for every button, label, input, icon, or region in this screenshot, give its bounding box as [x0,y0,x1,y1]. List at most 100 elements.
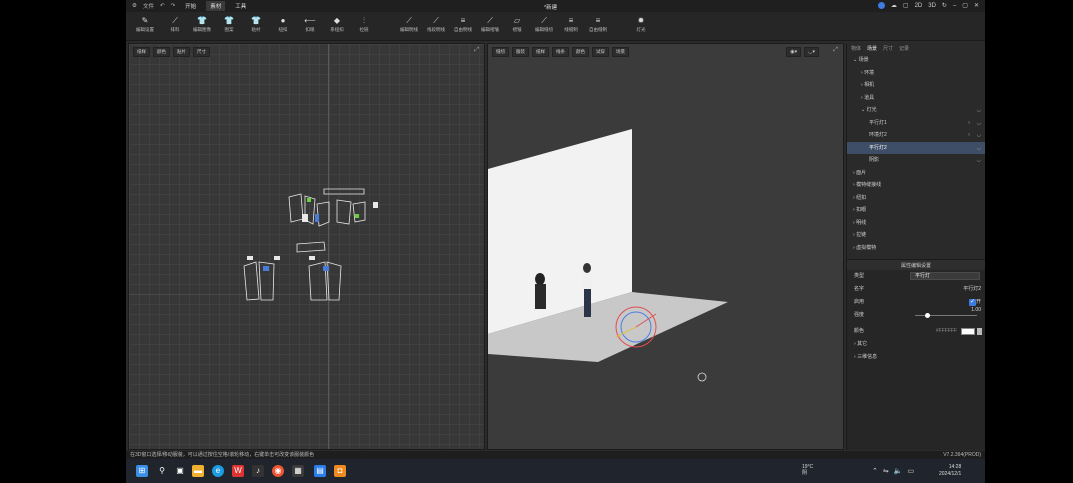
tool-edit-image[interactable]: 👕 编辑图像 [189,15,215,33]
view-3d-button[interactable]: 3D [928,3,936,9]
chrome-icon[interactable]: ◉ [272,465,284,477]
eye-icon[interactable]: ◡ [977,142,981,155]
scene-tree-item[interactable]: 平行灯2 ◡ [847,141,985,155]
tool-free-sewing[interactable]: ≡ 自由缝制 [585,15,611,33]
scene-tree-item[interactable]: 平行灯1 ◡ ♀ [847,117,985,130]
scene-tree-item[interactable]: › 虚拟模特 [847,242,985,255]
tool-line-sewing[interactable]: ≡ 线缝制 [558,15,584,33]
weather-widget[interactable]: 19°C 阴 [802,464,813,476]
file-explorer-icon[interactable]: ▬ [192,465,204,477]
start-icon[interactable]: ⊞ [136,465,148,477]
pattern-piece[interactable] [243,261,260,301]
pattern-piece[interactable] [288,193,304,223]
user-avatar[interactable] [877,2,885,9]
tool-edit-pleat[interactable]: ⟋ 编辑褶皱 [477,15,503,33]
eye-icon[interactable]: ◡ [977,104,981,117]
scene-tree-item[interactable]: 环境灯2 ◡ ♀ [847,129,985,142]
minimize-icon[interactable]: – [953,3,956,9]
tab-material[interactable]: 素材 [206,1,226,11]
scene-tree-item[interactable]: ⌄ 场景 [847,54,985,67]
tool-pleat[interactable]: ▱ 褶皱 [504,15,530,33]
tab-objects[interactable]: 物体 [851,45,861,52]
pattern-piece[interactable] [247,256,253,260]
scene-tree-item[interactable]: › 明线 [847,217,985,230]
light-bulb-icon[interactable]: ♀ [967,117,971,130]
light-bulb-icon[interactable]: ♀ [967,129,971,142]
tab-start[interactable]: 开始 [181,1,200,11]
pattern-piece[interactable] [309,256,315,260]
scene-tree-item[interactable]: › 拉链 [847,229,985,242]
pattern-piece[interactable] [263,266,269,271]
clock[interactable]: 14:28 2024/12/1 [939,464,961,478]
cloud-icon[interactable]: ☁ [891,2,897,9]
light-name-field[interactable]: 平行灯2 [963,283,981,296]
scene-tree-item[interactable]: › 扣眼 [847,204,985,217]
volume-icon[interactable]: 🔈 [894,467,903,475]
tool-edit-sewing[interactable]: ⟋ 编辑缝纫 [531,15,557,33]
pattern-piece[interactable] [274,256,280,260]
refresh-icon[interactable]: ↻ [942,2,947,9]
tool-fusing[interactable]: 👕 粘衬 [243,15,269,33]
app-icon-tiktok[interactable]: ♪ [252,465,264,477]
app-icon-clo[interactable]: ▦ [292,465,304,477]
intensity-slider[interactable] [915,315,977,316]
undo-icon[interactable]: ↶ [160,3,165,9]
edge-icon[interactable]: e [212,465,224,477]
color-swatch[interactable] [961,328,975,335]
battery-icon[interactable]: ▭ [907,467,914,475]
avatar-figure[interactable] [535,273,546,309]
scene-tree-item[interactable]: › 纽扣 [847,192,985,205]
pattern-piece[interactable] [326,261,342,301]
layout-icon[interactable]: ▢ [903,2,909,9]
pattern-2d-view[interactable]: 纸样 颜色 贴片 尺寸 ⤢ [128,43,485,450]
eye-icon[interactable]: ◡ [977,129,981,142]
intensity-slider-knob[interactable] [925,313,931,318]
tool-light[interactable]: ✹ 灯光 [628,15,654,33]
close-icon[interactable]: ✕ [974,2,979,9]
pattern-piece[interactable] [373,202,378,208]
tab-history[interactable]: 记录 [899,45,909,52]
prop-other-row[interactable]: › 其它 [847,338,985,351]
tool-button[interactable]: ● 纽扣 [270,15,296,33]
network-icon[interactable]: ⇋ [883,467,889,475]
scene-3d-view[interactable]: 缝纫 服装 纸样 线条 颜色 试穿 场景 ◉▾ ◡▾ ⤢ [487,43,844,450]
pattern-piece[interactable] [323,266,329,271]
redo-icon[interactable]: ↷ [171,3,176,9]
scene-tree-item[interactable]: 阴影 ◡ [847,154,985,167]
chevron-up-icon[interactable]: ⌃ [872,467,878,475]
tool-edit-stitch[interactable]: ⟋ 编辑明线 [396,15,422,33]
scene-tree-item[interactable]: › 模特缝接线 [847,179,985,192]
orientation-icon[interactable] [697,372,707,382]
tab-tools[interactable]: 工具 [231,1,250,11]
file-menu[interactable]: 文件 [143,2,154,10]
app-icon-orange[interactable]: ◘ [334,465,346,477]
prop-transform-row[interactable]: › 三维信息 [847,351,985,364]
eye-icon[interactable]: ◡ [977,154,981,167]
tool-segment-stitch[interactable]: ⟋ 线段明线 [423,15,449,33]
tool-edit-settings[interactable]: ✎ 编辑设置 [132,15,158,33]
maximize-icon[interactable]: ▢ [962,2,968,9]
pattern-piece[interactable] [323,188,365,195]
scene-tree-item[interactable]: ⌄ 灯光 ◡ [847,104,985,117]
tab-size[interactable]: 尺寸 [883,45,893,52]
light-type-select[interactable]: 平行灯 [910,272,980,280]
pattern-piece[interactable] [302,214,308,222]
eye-icon[interactable]: ◡ [977,117,981,130]
scene-tree-item[interactable]: › 环境 [847,67,985,80]
pattern-piece[interactable] [307,198,311,202]
app-logo-icon[interactable]: ⚙ [132,3,137,9]
view-2d-button[interactable]: 2D [915,3,923,9]
pattern-piece[interactable] [315,214,319,222]
pattern-piece[interactable] [296,241,326,253]
scene-tree-item[interactable]: › 相机 [847,79,985,92]
color-picker-icon[interactable] [977,328,982,335]
tool-buttonhole[interactable]: ⟵ 扣眼 [297,15,323,33]
tab-scene[interactable]: 场景 [867,45,877,52]
pattern-piece[interactable] [352,201,366,223]
pattern-piece[interactable] [355,214,359,218]
tool-pattern[interactable]: 👕 图案 [216,15,242,33]
app-icon-blue[interactable]: ▤ [314,465,326,477]
scene-tree-item[interactable]: › 道具 [847,92,985,105]
search-icon[interactable]: ⚲ [156,465,168,477]
task-view-icon[interactable]: ▣ [174,465,186,477]
